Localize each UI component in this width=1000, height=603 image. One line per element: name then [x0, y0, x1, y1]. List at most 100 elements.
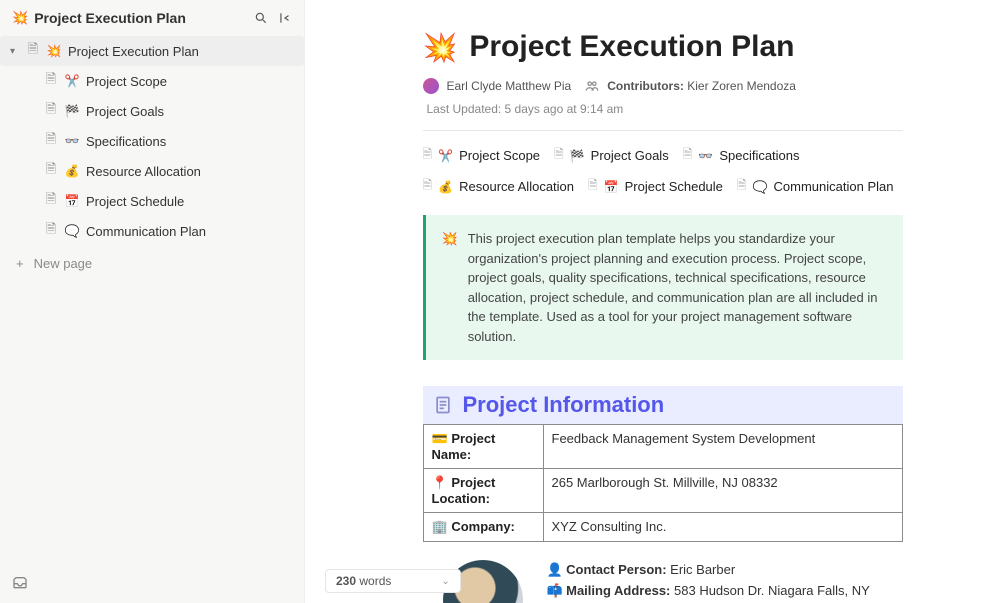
row-icon: 💳: [432, 431, 448, 446]
search-icon[interactable]: [254, 11, 268, 25]
contributors-label: Contributors:: [607, 79, 684, 93]
new-page-button[interactable]: + New page: [0, 248, 304, 279]
sidebar-item-label: Specifications: [86, 134, 166, 149]
chip-emoji: 🏁: [570, 149, 585, 163]
byline: Earl Clyde Matthew Pia Contributors: Kie…: [423, 78, 903, 116]
sidebar-item-emoji: 👓: [64, 134, 80, 148]
sidebar: 💥 Project Execution Plan ▾ 🗎 💥 Project E…: [0, 0, 305, 603]
word-count-status[interactable]: 230 words ⌄: [325, 569, 461, 593]
sidebar-item-label: Project Goals: [86, 104, 164, 119]
sidebar-item-emoji: 🗨️: [64, 224, 80, 238]
callout-emoji: 💥: [442, 229, 458, 346]
contact-person: Eric Barber: [670, 562, 735, 577]
last-updated: Last Updated: 5 days ago at 9:14 am: [427, 102, 624, 116]
contributors-icon: [585, 79, 599, 93]
mailing-label: Mailing Address:: [566, 583, 670, 598]
chip-label: Resource Allocation: [459, 179, 574, 194]
table-row: 🏢 Company: XYZ Consulting Inc.: [423, 513, 902, 542]
sidebar-item-project-schedule[interactable]: 🗎 📅 Project Schedule: [0, 186, 304, 216]
row-icon: 📍: [432, 475, 448, 490]
sidebar-title-emoji: 💥: [12, 10, 28, 26]
chip-emoji: 💰: [438, 180, 453, 194]
main: 💥 Project Execution Plan Earl Clyde Matt…: [305, 0, 1000, 603]
sidebar-item-resource-allocation[interactable]: 🗎 💰 Resource Allocation: [0, 156, 304, 186]
chevron-down-icon[interactable]: ⌄: [441, 576, 449, 587]
chip-resource-allocation[interactable]: 🗎 💰 Resource Allocation: [423, 176, 575, 197]
contact-block: 👤 Contact Person: Eric Barber 📫 Mailing …: [423, 560, 903, 603]
sidebar-title: Project Execution Plan: [34, 10, 254, 26]
divider: [423, 130, 903, 131]
document-icon: 🗎: [423, 145, 433, 166]
sidebar-item-label: Communication Plan: [86, 224, 206, 239]
chip-label: Project Schedule: [625, 179, 723, 194]
sidebar-item-emoji: 💥: [46, 44, 62, 58]
author-name[interactable]: Earl Clyde Matthew Pia: [447, 79, 572, 93]
document-icon: 🗎: [44, 220, 58, 242]
sidebar-item-emoji: 🏁: [64, 104, 80, 118]
plus-icon: +: [16, 256, 24, 271]
contact-person-label: Contact Person:: [566, 562, 666, 577]
word-count-unit: words: [359, 574, 391, 588]
sidebar-item-specifications[interactable]: 🗎 👓 Specifications: [0, 126, 304, 156]
sidebar-item-label: Resource Allocation: [86, 164, 201, 179]
sidebar-footer: [0, 569, 304, 597]
chip-project-goals[interactable]: 🗎🏁Project Goals: [554, 145, 669, 166]
mailbox-icon: 📫: [547, 581, 563, 602]
page-title-text[interactable]: Project Execution Plan: [469, 30, 794, 64]
section-heading-project-information[interactable]: Project Information: [423, 386, 903, 424]
table-row: 💳 Project Name: Feedback Management Syst…: [423, 425, 902, 469]
author-avatar[interactable]: [423, 78, 439, 94]
document-icon: 🗎: [44, 70, 58, 92]
sidebar-item-label: Project Scope: [86, 74, 167, 89]
chip-project-scope[interactable]: 🗎 ✂️ Project Scope: [423, 145, 541, 166]
project-info-table[interactable]: 💳 Project Name: Feedback Management Syst…: [423, 424, 903, 542]
sidebar-item-communication-plan[interactable]: 🗎 🗨️ Communication Plan: [0, 216, 304, 246]
page-icon: [433, 395, 453, 415]
chip-label: Project Scope: [459, 148, 540, 163]
sidebar-item-label: Project Schedule: [86, 194, 184, 209]
page-emoji[interactable]: 💥: [423, 31, 458, 64]
callout[interactable]: 💥 This project execution plan template h…: [423, 215, 903, 360]
chip-specifications[interactable]: 🗎 👓 Specifications: [683, 145, 800, 166]
contact-lines[interactable]: 👤 Contact Person: Eric Barber 📫 Mailing …: [547, 560, 903, 603]
document-icon: 🗎: [44, 130, 58, 152]
row-value[interactable]: 265 Marlborough St. Millville, NJ 08332: [543, 469, 902, 513]
row-value[interactable]: Feedback Management System Development: [543, 425, 902, 469]
document-icon: 🗎: [44, 190, 58, 212]
sidebar-list: ▾ 🗎 💥 Project Execution Plan 🗎 ✂️ Projec…: [0, 34, 304, 248]
document-icon: 🗎: [423, 176, 433, 197]
word-count-number: 230: [336, 574, 356, 588]
document-content: 💥 Project Execution Plan Earl Clyde Matt…: [333, 0, 973, 603]
document-icon: 🗎: [737, 176, 747, 197]
sidebar-item-project-execution-plan[interactable]: ▾ 🗎 💥 Project Execution Plan: [0, 36, 304, 66]
chip-emoji: 🗨️: [753, 180, 768, 194]
row-icon: 🏢: [432, 519, 448, 534]
chip-communication-plan[interactable]: 🗎 🗨️ Communication Plan: [737, 176, 894, 197]
chip-emoji: 📅: [604, 180, 619, 194]
page-title: 💥 Project Execution Plan: [423, 30, 903, 64]
contributors-name[interactable]: Kier Zoren Mendoza: [687, 79, 796, 93]
sidebar-header: 💥 Project Execution Plan: [0, 6, 304, 34]
chip-emoji: 👓: [698, 149, 713, 163]
inbox-icon[interactable]: [12, 575, 292, 591]
row-key: Company:: [451, 519, 515, 534]
table-row: 📍 Project Location: 265 Marlborough St. …: [423, 469, 902, 513]
row-value[interactable]: XYZ Consulting Inc.: [543, 513, 902, 542]
document-icon: 🗎: [683, 145, 693, 166]
chip-label: Communication Plan: [774, 179, 894, 194]
chip-project-schedule[interactable]: 🗎 📅 Project Schedule: [588, 176, 723, 197]
person-icon: 👤: [547, 560, 563, 581]
sidebar-item-project-scope[interactable]: 🗎 ✂️ Project Scope: [0, 66, 304, 96]
sidebar-item-project-goals[interactable]: 🗎 🏁 Project Goals: [0, 96, 304, 126]
document-icon: 🗎: [554, 145, 564, 166]
sidebar-item-emoji: ✂️: [64, 74, 80, 88]
chevron-down-icon[interactable]: ▾: [10, 46, 20, 57]
document-icon: 🗎: [44, 100, 58, 122]
chip-emoji: ✂️: [438, 149, 453, 163]
sidebar-item-label: Project Execution Plan: [68, 44, 199, 59]
collapse-sidebar-icon[interactable]: [278, 11, 292, 25]
section-title: Project Information: [463, 392, 665, 418]
document-icon: 🗎: [588, 176, 598, 197]
chip-label: Specifications: [719, 148, 799, 163]
sidebar-item-emoji: 💰: [64, 164, 80, 178]
